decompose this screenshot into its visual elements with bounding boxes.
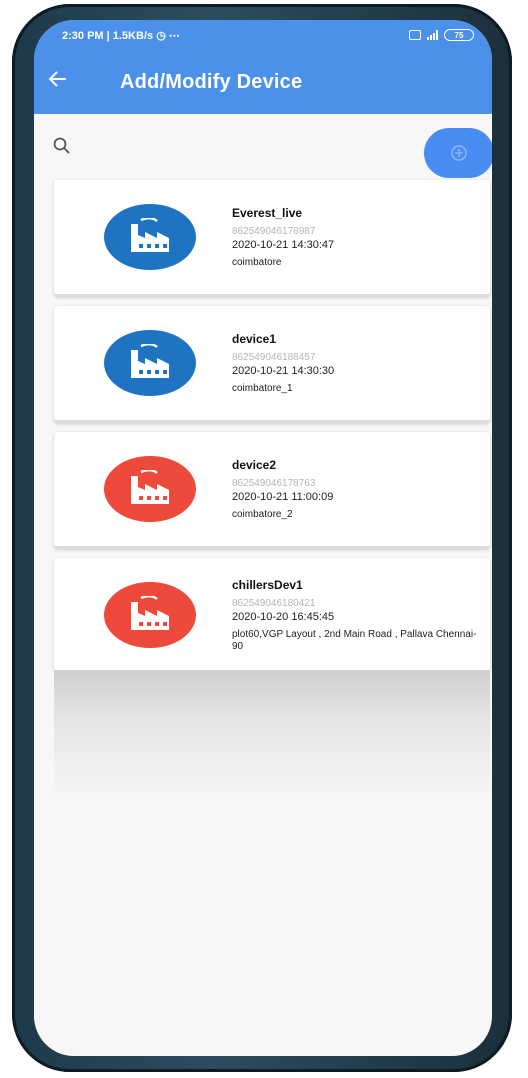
device-location: coimbatore_2 — [232, 508, 293, 520]
factory-icon — [131, 470, 169, 504]
device-id: 862549046178763 — [232, 477, 316, 489]
phone-screen: 2:30 PM | 1.5KB/s ◷ ⋯ 75 Add/Modify Devi… — [34, 20, 492, 1056]
device-name: Everest_live — [232, 205, 303, 220]
device-location: plot60,VGP Layout , 2nd Main Road , Pall… — [232, 628, 477, 652]
device-card[interactable]: chillersDev1 862549046180421 2020-10-20 … — [54, 558, 490, 672]
search-icon[interactable] — [52, 136, 72, 156]
app-bar: Add/Modify Device — [34, 50, 492, 114]
device-name: device2 — [232, 457, 277, 472]
signal-icon — [427, 30, 438, 40]
factory-icon — [131, 344, 169, 378]
device-name: chillersDev1 — [232, 577, 303, 592]
back-button[interactable] — [48, 68, 88, 96]
device-card[interactable]: Everest_live 862549046178987 2020-10-21 … — [54, 180, 490, 297]
device-card[interactable]: device1 862549046188457 2020-10-21 14:30… — [54, 306, 490, 423]
device-timestamp: 2020-10-21 11:00:09 — [232, 490, 334, 503]
factory-icon — [131, 596, 169, 630]
alarm-icon: ◷ — [156, 29, 166, 42]
device-info: Everest_live 862549046178987 2020-10-21 … — [232, 206, 482, 269]
list-shadow — [54, 670, 490, 800]
device-info: device2 862549046178763 2020-10-21 11:00… — [232, 458, 482, 521]
page-title: Add/Modify Device — [120, 70, 303, 93]
battery-icon: 75 — [444, 29, 474, 41]
arrow-left-icon — [48, 71, 66, 87]
device-id: 862549046180421 — [232, 597, 316, 609]
device-avatar — [104, 204, 196, 270]
device-id: 862549046188457 — [232, 351, 316, 363]
device-id: 862549046178987 — [232, 225, 316, 237]
status-left: 2:30 PM | 1.5KB/s ◷ ⋯ — [62, 29, 180, 42]
status-time: 2:30 PM | 1.5KB/s — [62, 29, 154, 42]
status-more: ⋯ — [168, 29, 180, 42]
device-avatar — [104, 582, 196, 648]
sim-icon — [409, 30, 421, 40]
battery-level: 75 — [454, 30, 464, 40]
device-info: chillersDev1 862549046180421 2020-10-20 … — [232, 578, 482, 653]
add-circle-icon — [451, 145, 467, 161]
device-timestamp: 2020-10-21 14:30:47 — [232, 238, 335, 251]
device-info: device1 862549046188457 2020-10-21 14:30… — [232, 332, 482, 395]
device-location: coimbatore_1 — [232, 382, 293, 394]
device-list: Everest_live 862549046178987 2020-10-21 … — [54, 180, 490, 681]
device-timestamp: 2020-10-21 14:30:30 — [232, 364, 335, 377]
status-bar: 2:30 PM | 1.5KB/s ◷ ⋯ 75 — [34, 20, 492, 50]
device-avatar — [104, 456, 196, 522]
factory-icon — [131, 218, 169, 252]
device-name: device1 — [232, 331, 277, 346]
status-right: 75 — [409, 29, 474, 41]
device-card[interactable]: device2 862549046178763 2020-10-21 11:00… — [54, 432, 490, 549]
add-device-button[interactable] — [424, 128, 492, 178]
device-location: coimbatore — [232, 256, 282, 268]
device-timestamp: 2020-10-20 16:45:45 — [232, 610, 335, 623]
device-avatar — [104, 330, 196, 396]
